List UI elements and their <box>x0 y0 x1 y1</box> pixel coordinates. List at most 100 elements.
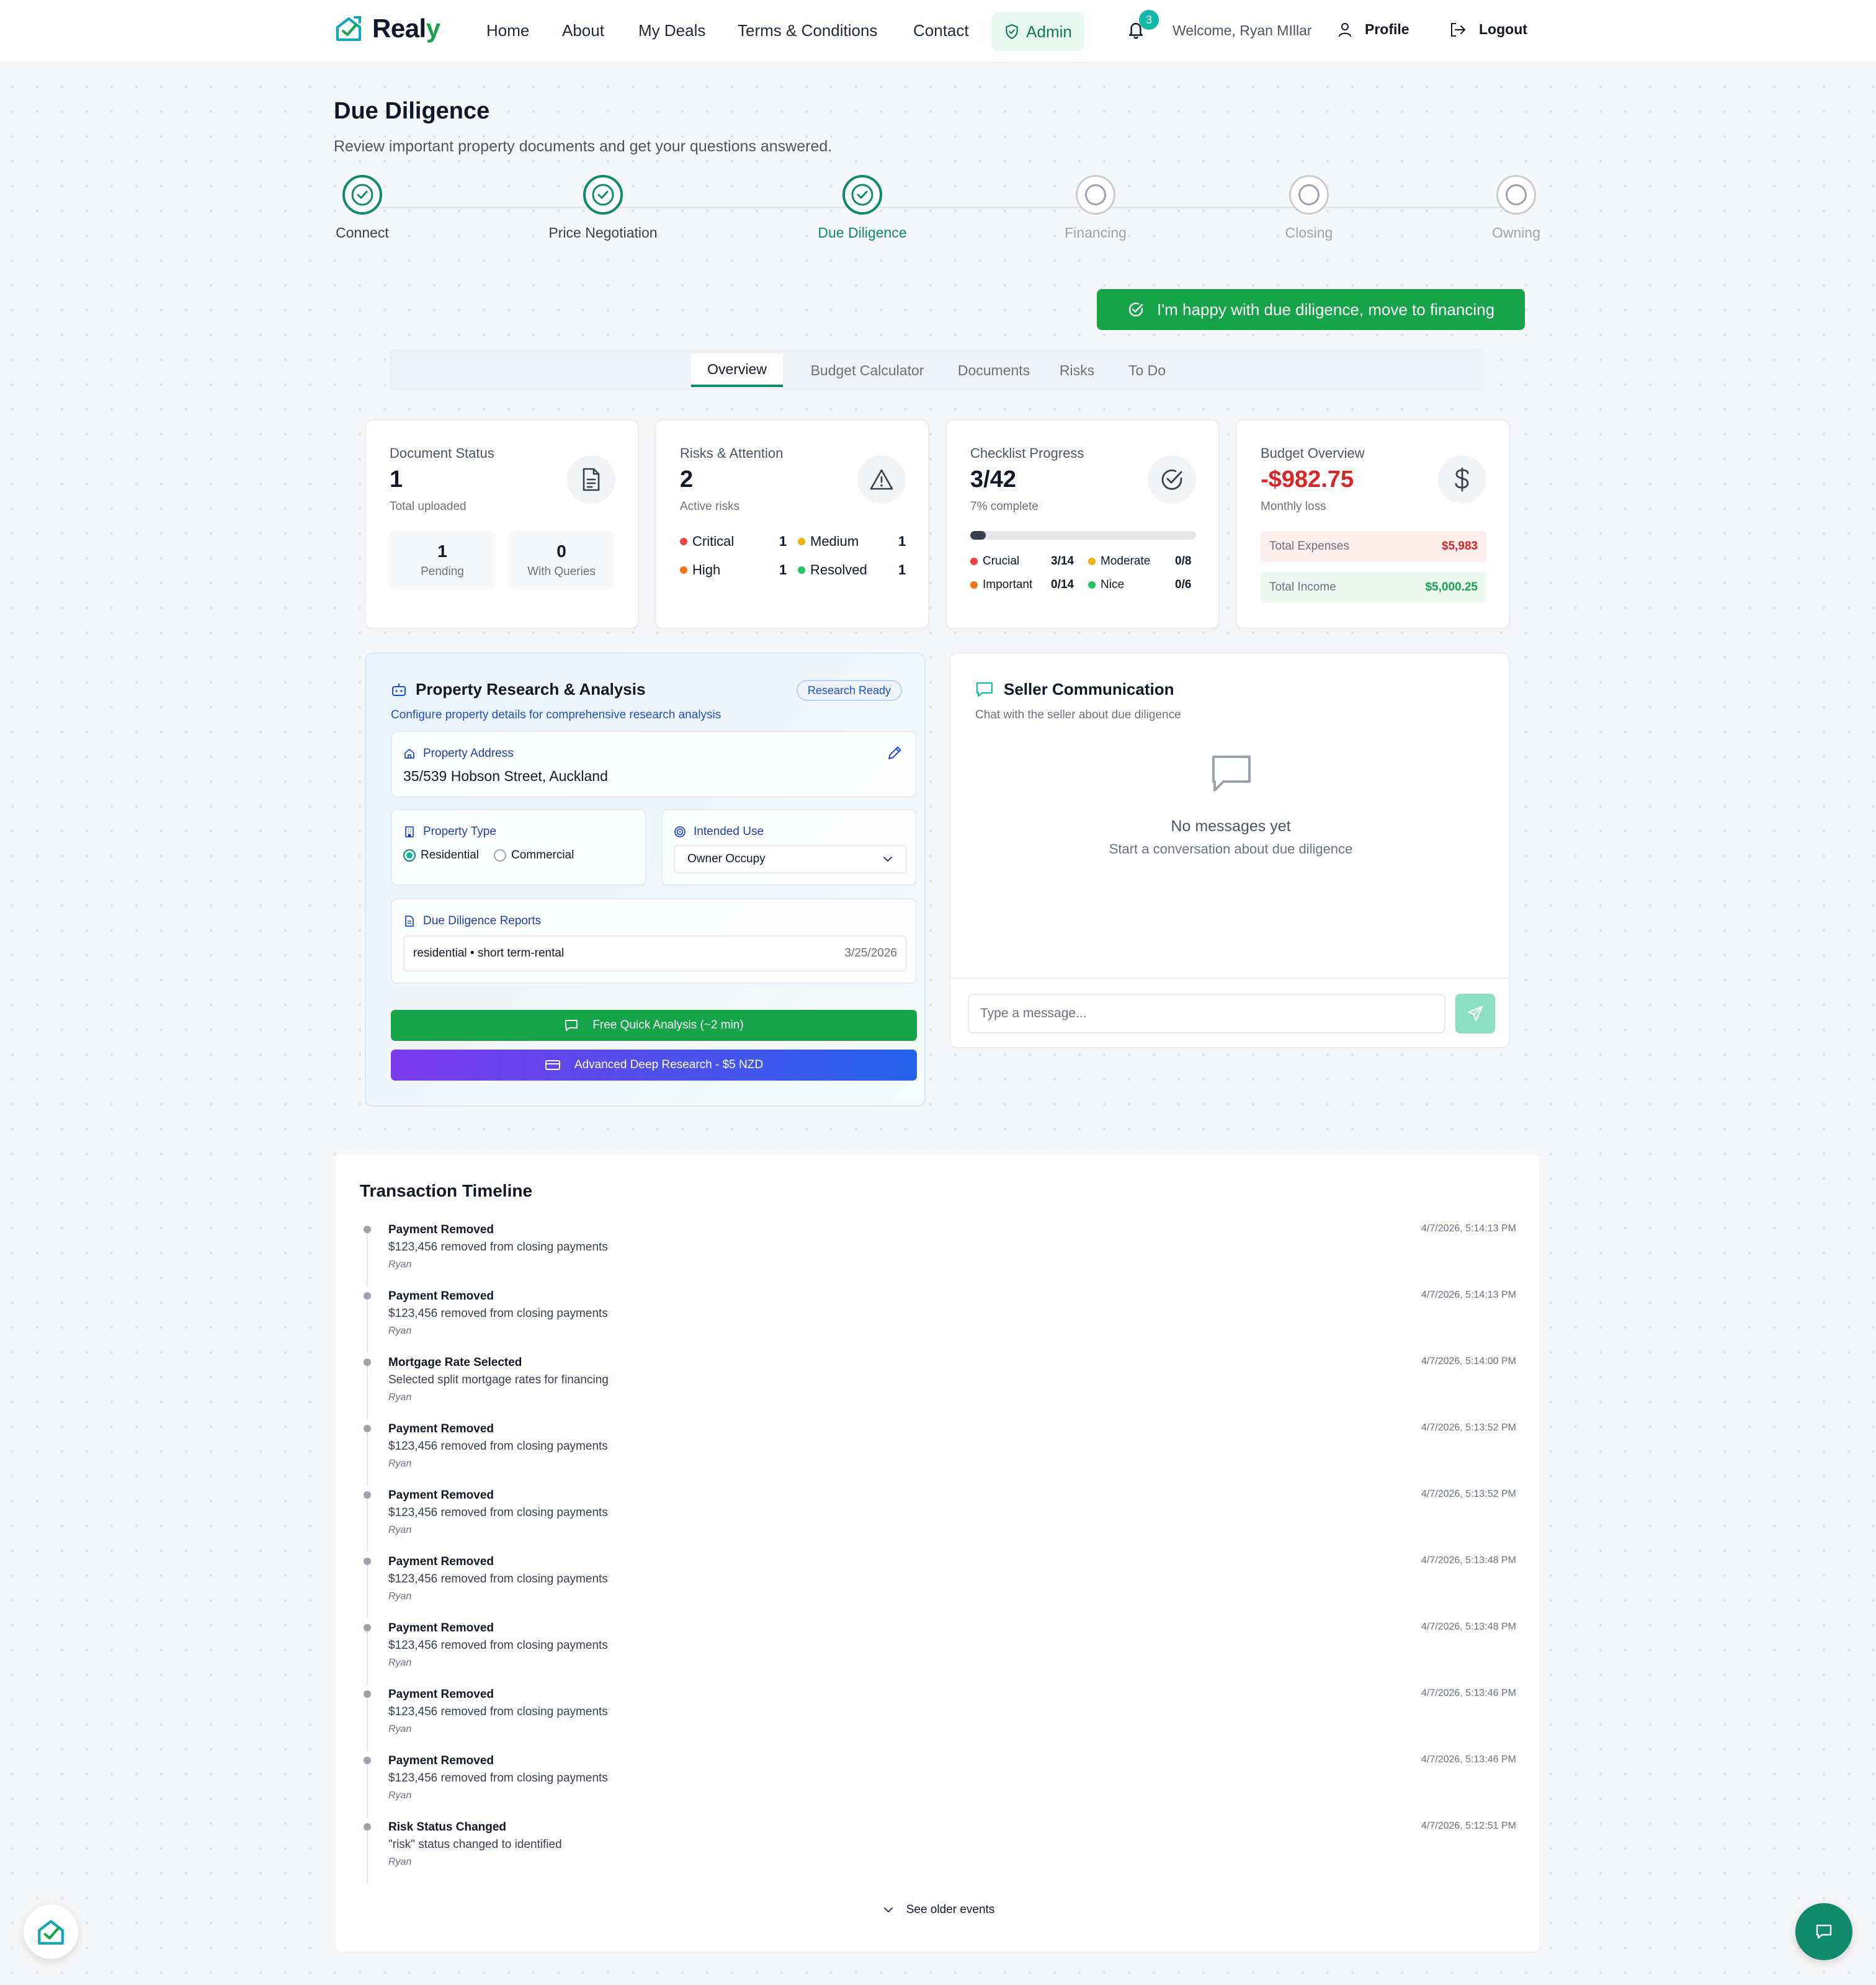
logout-button[interactable]: Logout <box>1449 21 1527 38</box>
timeline-event: Payment Removed $123,456 removed from cl… <box>362 1685 1516 1751</box>
step-label: Price Negotiation <box>548 225 658 241</box>
risks-card[interactable]: Risks & Attention 2 Active risks Critica… <box>655 419 929 629</box>
tab-risks[interactable]: Risks <box>1046 354 1108 387</box>
risk-high-count: 1 <box>779 562 787 578</box>
total-expenses-row: Total Expenses $5,983 <box>1261 531 1486 562</box>
send-button[interactable] <box>1455 994 1495 1033</box>
event-user: Ryan <box>388 1525 412 1535</box>
floating-home-button[interactable] <box>24 1904 78 1959</box>
step-due-diligence[interactable]: Due Diligence <box>769 175 955 241</box>
report-item[interactable]: residential • short term-rental 3/25/202… <box>403 935 907 971</box>
research-subtitle: Configure property details for comprehen… <box>391 708 721 721</box>
risk-resolved: Resolved <box>798 562 867 578</box>
tab-bar: Overview Budget Calculator Documents Ris… <box>390 349 1484 391</box>
radio-commercial[interactable]: Commercial <box>494 849 574 862</box>
budget-card[interactable]: Budget Overview -$982.75 Monthly loss To… <box>1236 419 1510 629</box>
check-circle-icon <box>1127 301 1145 318</box>
checklist-card[interactable]: Checklist Progress 3/42 7% complete Cruc… <box>945 419 1220 629</box>
event-description: Selected split mortgage rates for financ… <box>388 1373 609 1386</box>
nav-link-about[interactable]: About <box>562 21 604 40</box>
event-description: $123,456 removed from closing payments <box>388 1241 608 1254</box>
timeline-connector <box>367 1300 368 1353</box>
brand-logo[interactable]: Realy <box>334 14 440 43</box>
event-title: Risk Status Changed <box>388 1821 507 1834</box>
intended-use-box: Intended Use Owner Occupy <box>661 809 917 886</box>
logout-icon <box>1449 22 1467 38</box>
edit-pencil-icon[interactable] <box>886 744 903 762</box>
chevron-down-icon <box>883 1906 894 1914</box>
profile-button[interactable]: Profile <box>1338 21 1409 38</box>
event-title: Payment Removed <box>388 1555 494 1568</box>
risk-medium-count: 1 <box>898 533 906 549</box>
event-time: 4/7/2026, 5:12:51 PM <box>1421 1821 1516 1831</box>
nav-link-my-deals[interactable]: My Deals <box>638 21 705 40</box>
dollar-icon <box>1438 455 1486 504</box>
logout-label: Logout <box>1479 21 1527 37</box>
event-title: Payment Removed <box>388 1688 494 1701</box>
robot-icon <box>391 682 407 698</box>
timeline-connector <box>367 1831 368 1884</box>
message-input[interactable] <box>968 994 1445 1033</box>
timeline-connector <box>367 1233 368 1287</box>
see-older-events-button[interactable]: See older events <box>335 1903 1542 1917</box>
empty-state-title: No messages yet <box>1171 818 1291 835</box>
step-closing[interactable]: Closing <box>1216 175 1402 241</box>
card-caption: Active risks <box>680 500 740 513</box>
research-title: Property Research & Analysis <box>391 680 645 699</box>
event-user: Ryan <box>388 1326 412 1336</box>
top-nav: Realy Home About My Deals Terms & Condit… <box>0 0 1876 63</box>
card-value: 3/42 <box>970 466 1016 493</box>
step-label: Due Diligence <box>818 225 907 241</box>
card-value: 1 <box>390 466 403 493</box>
nav-link-home[interactable]: Home <box>486 21 529 40</box>
property-address-box: Property Address 35/539 Hobson Street, A… <box>391 731 917 798</box>
step-label: Closing <box>1285 225 1333 241</box>
pending-count: 1 <box>437 542 447 561</box>
tab-to-do[interactable]: To Do <box>1113 354 1181 387</box>
checklist-important-count: 0/14 <box>1051 578 1074 591</box>
queries-count: 0 <box>556 542 566 561</box>
free-quick-analysis-button[interactable]: Free Quick Analysis (~2 min) <box>391 1010 917 1041</box>
timeline-event: Payment Removed $123,456 removed from cl… <box>362 1420 1516 1486</box>
checklist-moderate: Moderate <box>1088 555 1150 568</box>
tab-budget-calculator[interactable]: Budget Calculator <box>794 354 940 387</box>
timeline-event: Payment Removed $123,456 removed from cl… <box>362 1752 1516 1818</box>
total-income-row: Total Income $5,000.25 <box>1261 572 1486 603</box>
nav-link-terms[interactable]: Terms & Conditions <box>738 21 877 40</box>
tab-documents[interactable]: Documents <box>945 354 1042 387</box>
admin-label: Admin <box>1026 22 1072 41</box>
radio-residential[interactable]: Residential <box>403 849 479 862</box>
event-title: Mortgage Rate Selected <box>388 1356 522 1369</box>
tab-overview[interactable]: Overview <box>691 354 783 387</box>
step-price-negotiation[interactable]: Price Negotiation <box>510 175 696 241</box>
step-check-icon <box>342 175 382 215</box>
event-time: 4/7/2026, 5:13:46 PM <box>1421 1754 1516 1765</box>
total-expenses-value: $5,983 <box>1441 540 1478 553</box>
floating-chat-button[interactable] <box>1795 1903 1852 1960</box>
event-user: Ryan <box>388 1657 412 1668</box>
moderate-dot <box>1088 558 1096 565</box>
document-status-card[interactable]: Document Status 1 Total uploaded 1 Pendi… <box>365 419 639 629</box>
send-icon <box>1467 1005 1484 1022</box>
timeline-connector <box>367 1764 368 1818</box>
event-description: $123,456 removed from closing payments <box>388 1705 608 1718</box>
user-icon <box>1338 22 1352 38</box>
advanced-deep-research-button[interactable]: Advanced Deep Research - $5 NZD <box>391 1050 917 1081</box>
file-icon <box>403 915 416 927</box>
intended-use-select[interactable]: Owner Occupy <box>674 845 907 873</box>
checklist-progress-fill <box>970 531 986 540</box>
house-logo-icon <box>334 14 364 43</box>
admin-button[interactable]: Admin <box>991 12 1084 51</box>
move-to-financing-button[interactable]: I'm happy with due diligence, move to fi… <box>1097 289 1525 330</box>
step-pending-icon <box>1076 175 1115 215</box>
event-description: $123,456 removed from closing payments <box>388 1639 608 1652</box>
step-connect[interactable]: Connect <box>269 175 455 241</box>
event-time: 4/7/2026, 5:13:48 PM <box>1421 1621 1516 1632</box>
high-dot <box>680 566 687 574</box>
step-financing[interactable]: Financing <box>1003 175 1189 241</box>
critical-dot <box>680 538 687 545</box>
nav-link-contact[interactable]: Contact <box>913 21 969 40</box>
property-type-label: Property Type <box>403 825 496 839</box>
chat-bubble-icon <box>1815 1923 1833 1940</box>
step-owning[interactable]: Owning <box>1423 175 1609 241</box>
